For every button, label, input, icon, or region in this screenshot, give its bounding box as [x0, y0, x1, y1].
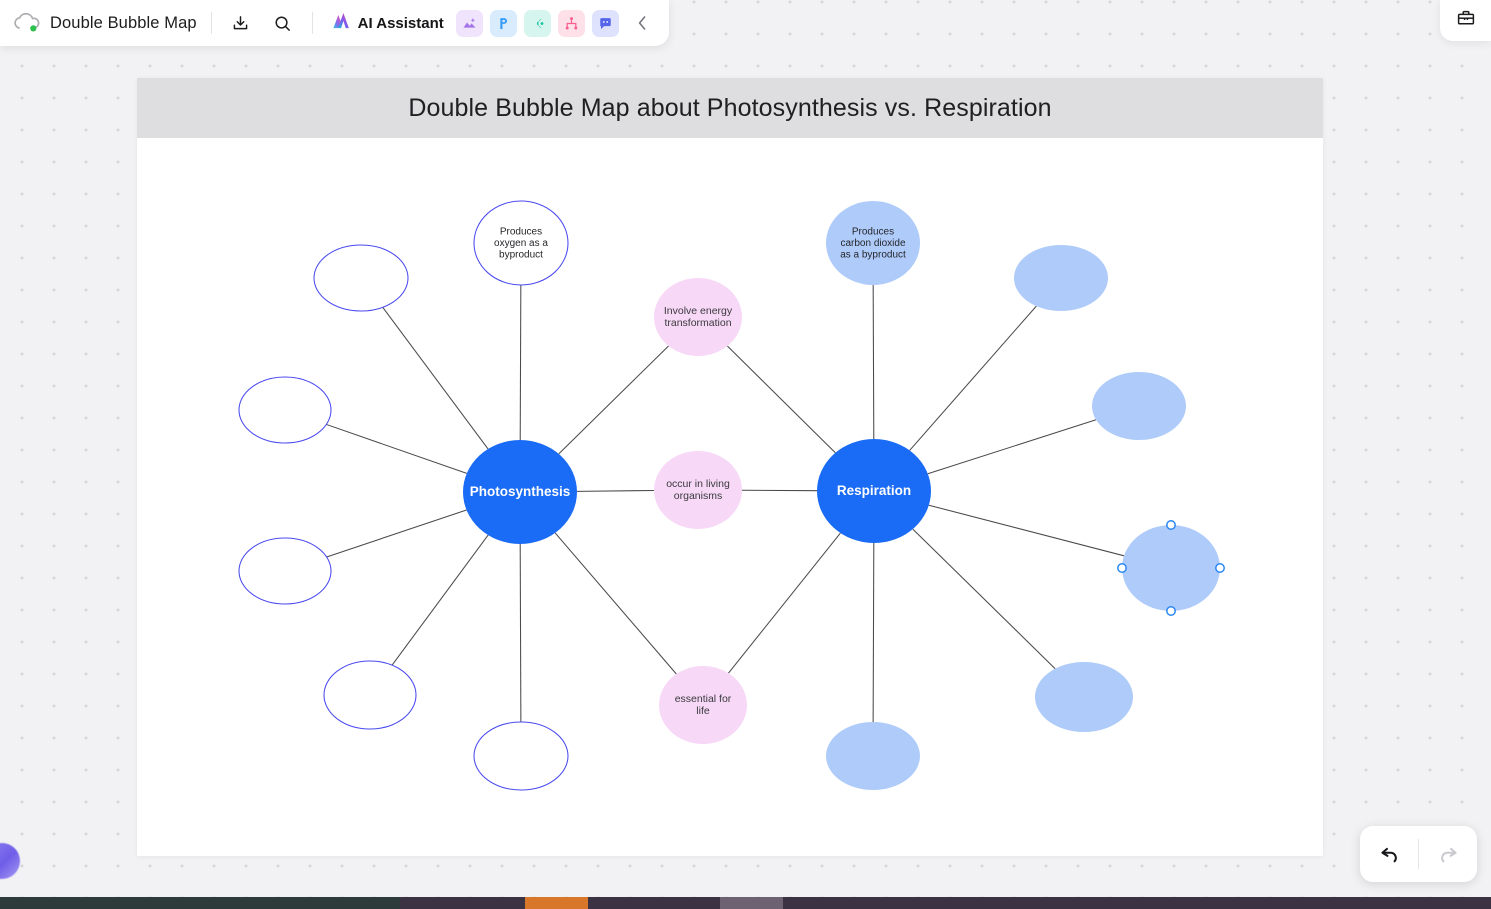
bubble-shape[interactable]	[1092, 372, 1186, 440]
bubble-shape[interactable]	[1035, 662, 1133, 732]
download-icon[interactable]	[226, 8, 256, 38]
mindmap-icon	[530, 16, 545, 31]
center-topic-bubble[interactable]: Photosynthesis	[463, 440, 577, 544]
comment-tool[interactable]	[591, 9, 619, 37]
left-attribute-bubble[interactable]	[473, 721, 569, 791]
shared-attribute-bubble[interactable]: occur in living organisms	[654, 451, 742, 529]
connector-line[interactable]	[519, 543, 522, 723]
document-title-group[interactable]: Double Bubble Map	[14, 12, 197, 34]
shared-attribute-bubble[interactable]: essential for life	[659, 666, 747, 744]
chevron-left-icon[interactable]	[631, 8, 655, 38]
bubble-label: Produces oxygen as a byproduct	[494, 226, 548, 260]
presentation-tool[interactable]	[489, 9, 517, 37]
connector-line[interactable]	[519, 284, 522, 441]
bubble-shape[interactable]	[323, 660, 417, 730]
resize-handle-bottom[interactable]	[1166, 606, 1176, 616]
taskbar-segment	[400, 897, 525, 909]
bubble-shape[interactable]	[1014, 245, 1108, 311]
center-topic-bubble[interactable]: Respiration	[817, 439, 931, 543]
bubble-shape[interactable]	[238, 376, 332, 444]
taskbar-segment	[525, 897, 588, 909]
toolbar-divider-2	[311, 12, 313, 34]
toolbar-divider-1	[210, 12, 212, 34]
toolbox-panel[interactable]	[1440, 0, 1491, 41]
connector-line[interactable]	[391, 534, 489, 666]
bubble-shape[interactable]	[1122, 525, 1220, 611]
bubble-label: Photosynthesis	[470, 484, 571, 499]
cloud-icon	[14, 12, 40, 34]
document-title[interactable]: Double Bubble Map	[50, 14, 197, 33]
connector-line[interactable]	[927, 419, 1097, 475]
bubble-label: Involve energy transformation	[664, 305, 733, 329]
shared-attribute-bubble[interactable]: Involve energy transformation	[654, 278, 742, 356]
left-attribute-bubble[interactable]	[313, 244, 409, 312]
top-toolbar[interactable]: Double Bubble Map AI Assistant	[0, 0, 669, 46]
tree-diagram-icon	[564, 16, 579, 31]
connector-line[interactable]	[326, 423, 467, 474]
left-attribute-bubble[interactable]	[238, 537, 332, 605]
connector-line[interactable]	[872, 284, 875, 440]
taskbar-segment	[783, 897, 1491, 909]
right-attribute-bubble[interactable]: Produces carbon dioxide as a byproduct	[826, 201, 920, 285]
left-attribute-bubble[interactable]	[323, 660, 417, 730]
diagram-sheet[interactable]: Double Bubble Map about Photosynthesis v…	[137, 78, 1323, 856]
left-attribute-bubble[interactable]	[238, 376, 332, 444]
bubble-shape[interactable]	[473, 721, 569, 791]
connector-line[interactable]	[727, 345, 836, 454]
bubble-shape[interactable]	[826, 722, 920, 790]
taskbar-segment	[0, 897, 400, 909]
connector-line[interactable]	[909, 305, 1037, 451]
resize-handle-right[interactable]	[1215, 563, 1225, 573]
shape-tools-group[interactable]	[449, 9, 619, 37]
right-attribute-bubble[interactable]	[1014, 245, 1108, 311]
connector-line[interactable]	[554, 532, 677, 675]
presentation-icon	[496, 16, 511, 31]
image-icon	[462, 16, 477, 31]
history-toolbar[interactable]	[1360, 826, 1477, 882]
resize-handle-left[interactable]	[1117, 563, 1127, 573]
os-taskbar	[0, 897, 1491, 909]
right-attribute-bubble[interactable]	[1122, 525, 1220, 611]
connector-line[interactable]	[326, 509, 467, 558]
image-tool[interactable]	[455, 9, 483, 37]
bubble-shape[interactable]	[238, 537, 332, 605]
left-attribute-bubble[interactable]: Produces oxygen as a byproduct	[473, 200, 569, 286]
taskbar-segment	[720, 897, 783, 909]
double-bubble-map-svg[interactable]: Produces oxygen as a byproduct Produces carb…	[137, 78, 1323, 856]
bubble-label: Respiration	[837, 483, 911, 498]
search-icon[interactable]	[268, 8, 298, 38]
ai-assistant-button[interactable]: AI Assistant	[327, 7, 449, 39]
connector-line[interactable]	[928, 504, 1125, 557]
connector-line[interactable]	[728, 532, 841, 674]
right-attribute-bubble[interactable]	[1092, 372, 1186, 440]
resize-handle-top[interactable]	[1166, 520, 1176, 530]
right-attribute-bubble[interactable]	[1035, 662, 1133, 732]
ai-assistant-label: AI Assistant	[357, 14, 444, 32]
mindmap-tool[interactable]	[523, 9, 551, 37]
connector-line[interactable]	[382, 306, 489, 450]
bubble-shape[interactable]	[313, 244, 409, 312]
file-actions-group[interactable]	[226, 8, 298, 38]
connector-line[interactable]	[576, 489, 655, 492]
bubble-label: occur in living organisms	[666, 478, 730, 502]
connector-line[interactable]	[558, 345, 669, 455]
undo-button[interactable]	[1360, 826, 1418, 882]
ai-sparkle-logo	[332, 10, 355, 36]
right-attribute-bubble[interactable]	[826, 722, 920, 790]
tree-tool[interactable]	[557, 9, 585, 37]
taskbar-segment	[588, 897, 720, 909]
briefcase-icon[interactable]	[1456, 8, 1476, 33]
bubble-nodes-layer[interactable]: Produces oxygen as a byproduct Produces carb…	[238, 200, 1220, 791]
redo-button[interactable]	[1419, 826, 1477, 882]
connector-line[interactable]	[912, 528, 1056, 670]
connector-line[interactable]	[872, 542, 875, 723]
comment-icon	[598, 16, 613, 31]
